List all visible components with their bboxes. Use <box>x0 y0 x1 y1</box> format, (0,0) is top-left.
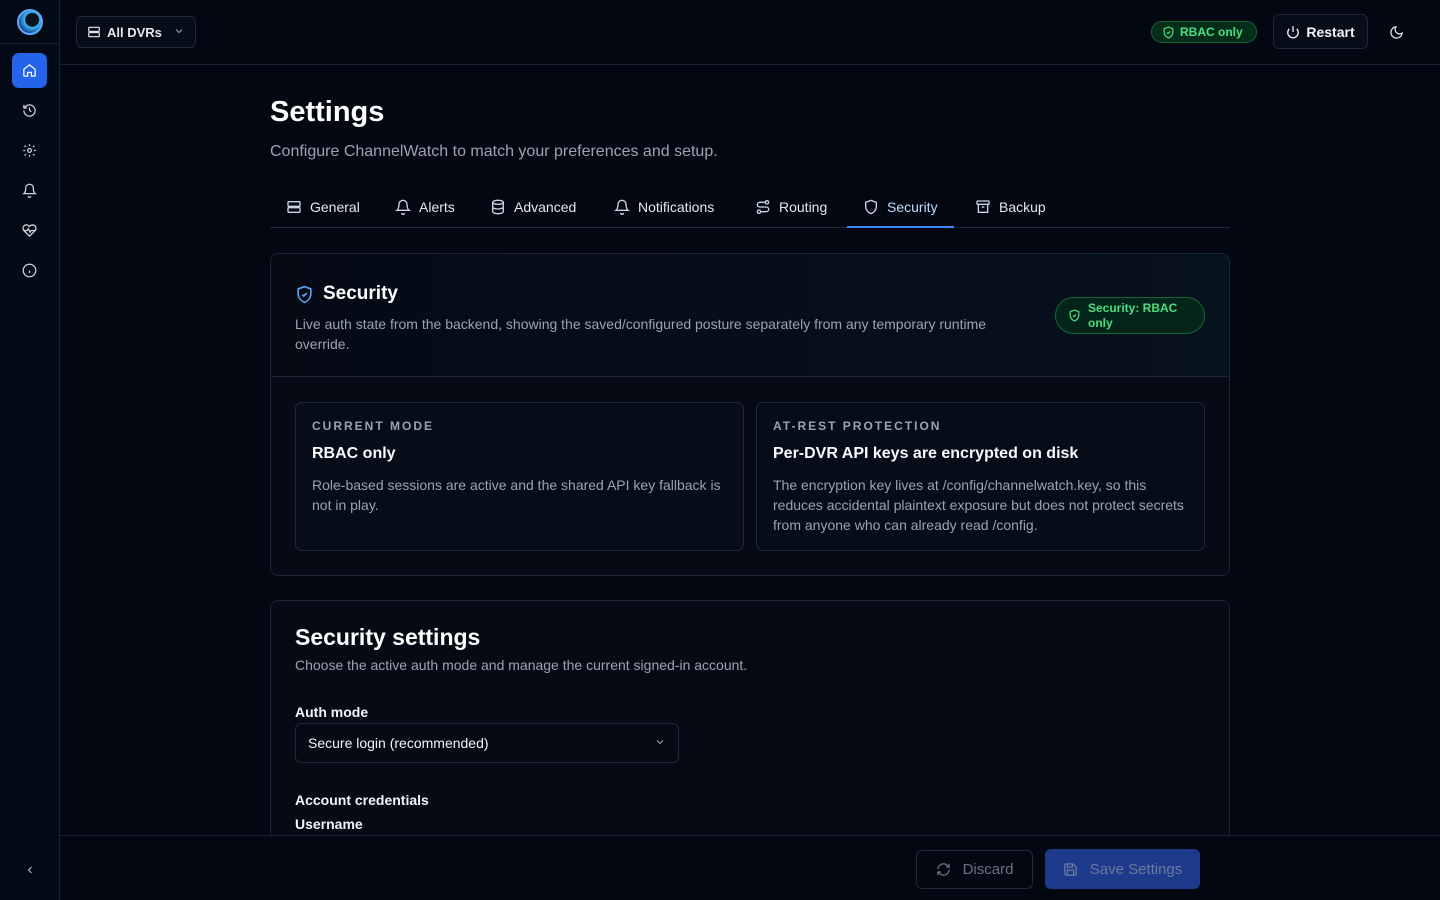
sidebar <box>0 0 60 900</box>
heart-pulse-icon <box>22 224 37 237</box>
auth-mode-label: Auth mode <box>295 704 369 720</box>
settings-tabs: General Alerts Advanced Notifications Ro… <box>270 187 1230 228</box>
gear-icon <box>23 144 36 157</box>
current-mode-label: CURRENT MODE <box>312 419 434 433</box>
page-subtitle: Configure ChannelWatch to match your pre… <box>270 143 718 160</box>
shield-check-icon <box>297 285 312 303</box>
security-card-title: Security <box>295 283 398 305</box>
shield-check-icon <box>1163 25 1174 39</box>
sidebar-item-history[interactable] <box>12 93 47 128</box>
auth-mode-select[interactable]: Secure login (recommended) <box>295 723 679 763</box>
moon-icon <box>1389 25 1403 39</box>
at-rest-label: AT-REST PROTECTION <box>773 419 942 433</box>
save-label: Save Settings <box>1089 860 1183 878</box>
security-description: Live auth state from the backend, showin… <box>295 316 987 352</box>
at-rest-title: Per-DVR API keys are encrypted on disk <box>773 445 1079 462</box>
logo-area <box>0 0 60 44</box>
sidebar-item-health[interactable] <box>12 213 47 248</box>
tab-label: Alerts <box>419 199 455 215</box>
sidebar-item-settings[interactable] <box>12 133 47 168</box>
security-settings-card: Security settings Choose the active auth… <box>270 600 1230 860</box>
security-title-text: Security <box>323 283 398 304</box>
power-icon <box>1287 25 1300 38</box>
auth-status-badge: RBAC only <box>1151 21 1257 43</box>
auth-mode-value: Secure login (recommended) <box>308 735 489 751</box>
restart-label: Restart <box>1306 23 1355 40</box>
server-icon <box>88 26 100 38</box>
username-label: Username <box>295 816 363 832</box>
auth-status-label: RBAC only <box>1180 25 1243 39</box>
database-icon <box>492 199 504 215</box>
tab-label: General <box>310 199 360 215</box>
tab-security[interactable]: Security <box>847 187 954 228</box>
server-icon <box>287 201 301 213</box>
tab-label: Routing <box>779 199 828 215</box>
tab-label: Advanced <box>514 199 577 215</box>
tab-label: Notifications <box>638 199 715 215</box>
info-icon <box>22 263 37 278</box>
save-settings-button[interactable]: Save Settings <box>1045 849 1200 889</box>
shield-check-icon <box>1069 309 1080 322</box>
dvr-selector-label: All DVRs <box>107 24 162 40</box>
history-icon <box>23 104 36 117</box>
dvr-selector[interactable]: All DVRs <box>76 16 196 48</box>
tab-routing[interactable]: Routing <box>739 187 843 227</box>
archive-icon <box>976 200 990 213</box>
discard-label: Discard <box>962 861 1014 878</box>
security-status-badge: Security: RBAC only <box>1055 297 1205 334</box>
route-icon <box>756 200 770 214</box>
bell-icon <box>395 199 411 215</box>
page-title: Settings <box>270 96 385 128</box>
discard-button[interactable]: Discard <box>916 850 1033 889</box>
tab-label: Backup <box>999 199 1046 215</box>
tab-general[interactable]: General <box>270 187 376 227</box>
security-overview-card: Security Live auth state from the backen… <box>270 253 1230 576</box>
at-rest-protection-box: AT-REST PROTECTION Per-DVR API keys are … <box>756 402 1205 551</box>
tab-backup[interactable]: Backup <box>959 187 1062 227</box>
sidebar-item-home[interactable] <box>12 53 47 88</box>
security-card-header: Security Live auth state from the backen… <box>271 254 1229 377</box>
tab-advanced[interactable]: Advanced <box>474 187 592 227</box>
collapse-sidebar-button[interactable] <box>20 860 40 880</box>
security-settings-title: Security settings <box>295 624 481 650</box>
bell-icon <box>22 183 37 198</box>
security-status-text: Security: RBAC only <box>1088 301 1177 331</box>
tab-label: Security <box>887 198 938 215</box>
sidebar-item-notifications[interactable] <box>12 173 47 208</box>
action-bar: Discard Save Settings <box>60 835 1440 900</box>
save-icon <box>1063 862 1077 876</box>
chevron-down-icon <box>173 25 185 40</box>
chevron-left-icon <box>27 866 32 874</box>
bell-icon <box>614 199 630 215</box>
tab-alerts[interactable]: Alerts <box>379 187 471 227</box>
current-mode-box: CURRENT MODE RBAC only Role-based sessio… <box>295 402 744 551</box>
security-status-line2: only <box>1088 315 1113 330</box>
home-icon <box>23 64 36 77</box>
current-mode-title: RBAC only <box>312 445 396 462</box>
theme-toggle-button[interactable] <box>1385 21 1407 43</box>
tab-notifications[interactable]: Notifications <box>598 187 730 227</box>
app-logo[interactable] <box>17 8 43 35</box>
top-bar: All DVRs RBAC only Restart <box>60 0 1440 65</box>
chevron-down-icon <box>654 735 666 751</box>
sidebar-item-about[interactable] <box>12 253 47 288</box>
security-status-line1: Security: RBAC <box>1088 300 1178 315</box>
security-settings-description: Choose the active auth mode and manage t… <box>295 657 748 673</box>
refresh-icon <box>936 863 950 876</box>
restart-button[interactable]: Restart <box>1273 14 1368 49</box>
shield-icon <box>865 199 877 214</box>
current-mode-body: Role-based sessions are active and the s… <box>312 477 721 513</box>
at-rest-body: The encryption key lives at /config/chan… <box>773 477 1184 533</box>
account-credentials-heading: Account credentials <box>295 792 429 808</box>
